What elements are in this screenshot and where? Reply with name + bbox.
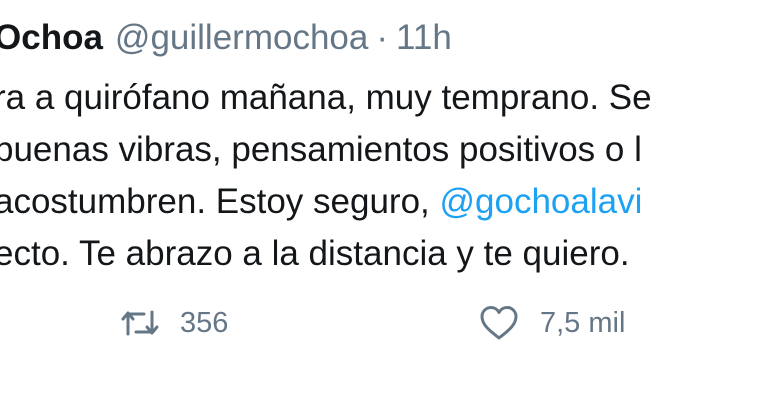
tweet-timestamp[interactable]: 11h bbox=[396, 18, 452, 57]
tweet-text-line: acostumbren. Estoy seguro, @gochoalavi bbox=[0, 182, 643, 221]
tweet-text-line: buenas vibras, pensamientos positivos o … bbox=[0, 130, 642, 169]
heart-icon bbox=[478, 304, 520, 342]
mention-link[interactable]: @gochoalavi bbox=[440, 182, 643, 221]
retweet-button[interactable]: 356 bbox=[120, 298, 228, 348]
like-count: 7,5 mil bbox=[540, 306, 626, 339]
tweet-text-line: ecto. Te abrazo a la distancia y te quie… bbox=[0, 234, 630, 273]
display-name[interactable]: Ochoa bbox=[0, 18, 103, 57]
user-handle[interactable]: @guillermochoa bbox=[115, 18, 368, 57]
tweet-text-line: ra a quirófano mañana, muy temprano. Se bbox=[0, 78, 652, 117]
retweet-count: 356 bbox=[180, 306, 229, 339]
separator-dot: · bbox=[376, 18, 389, 57]
tweet-actions: 356 7,5 mil bbox=[0, 298, 768, 348]
tweet[interactable]: Ochoa @guillermochoa · 11h ra a quirófano m… bbox=[0, 0, 768, 400]
retweet-icon bbox=[120, 306, 160, 340]
tweet-text: ra a quirófano mañana, muy temprano. Se … bbox=[0, 72, 652, 280]
tweet-header: Ochoa @guillermochoa · 11h bbox=[0, 14, 452, 62]
like-button[interactable]: 7,5 mil bbox=[478, 298, 625, 348]
